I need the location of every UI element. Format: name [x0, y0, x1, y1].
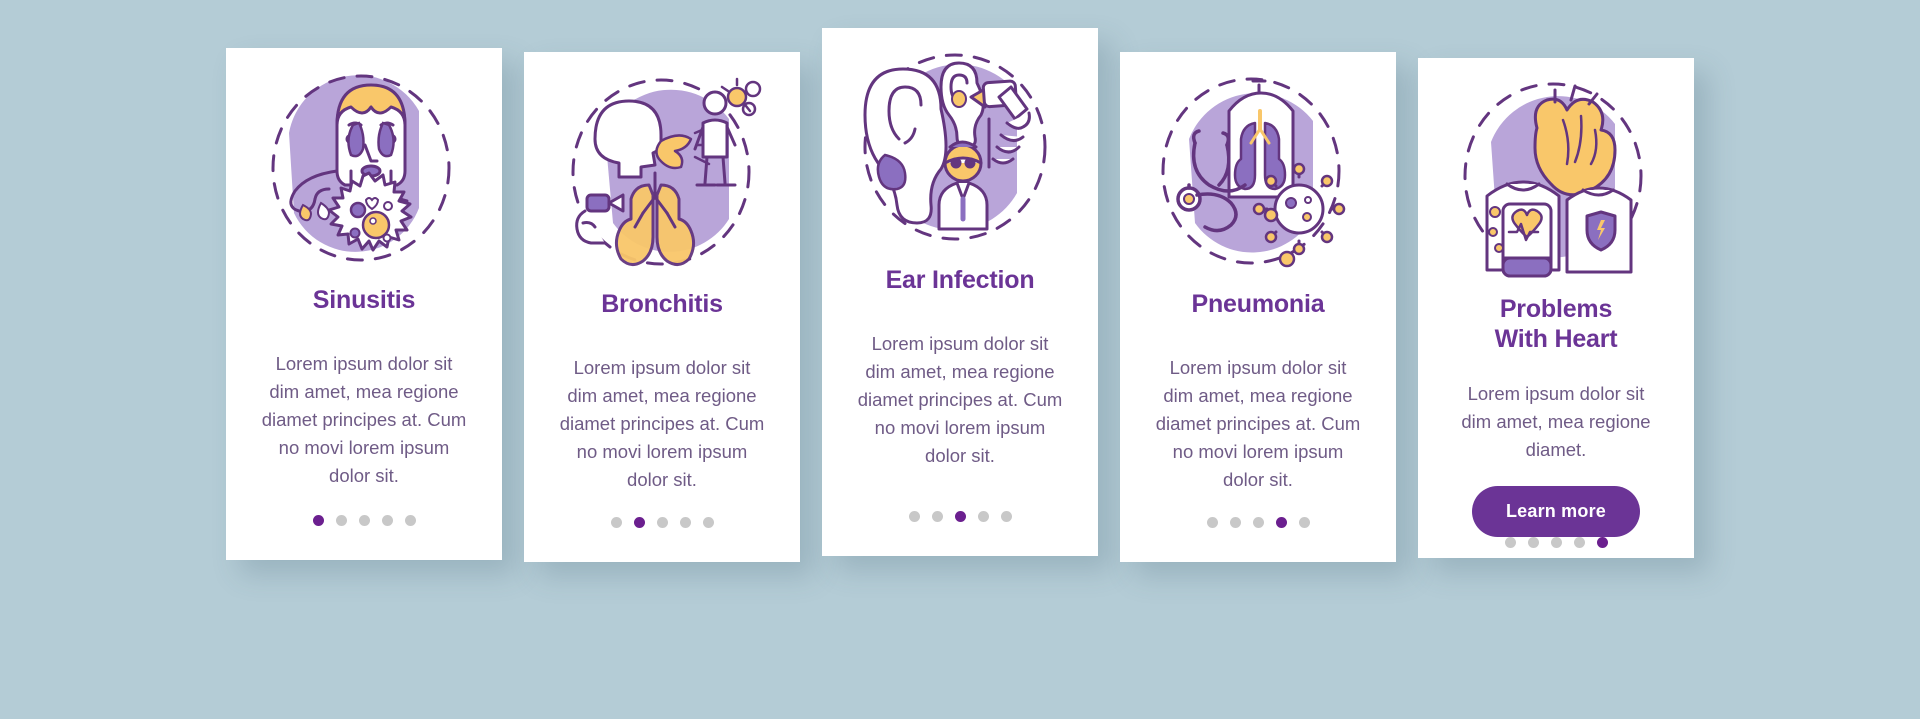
- pagination-dot[interactable]: [1275, 517, 1287, 528]
- pagination-dot[interactable]: [1000, 511, 1012, 522]
- pagination-dot[interactable]: [656, 517, 668, 528]
- pneumonia-illustration: [1120, 52, 1396, 282]
- onboarding-card-bronchitis[interactable]: Bronchitis Lorem ipsum dolor sit dim ame…: [524, 52, 800, 562]
- pagination-dot[interactable]: [381, 515, 393, 526]
- pagination-dot[interactable]: [679, 517, 691, 528]
- pagination-dot[interactable]: [1596, 537, 1608, 549]
- card-body-text: Lorem ipsum dolor sit dim amet, mea regi…: [1155, 356, 1361, 490]
- pagination-dot[interactable]: [1527, 537, 1539, 549]
- card-title: Pneumonia: [1191, 290, 1325, 318]
- learn-more-button[interactable]: Learn more: [1471, 486, 1641, 538]
- onboarding-screens-board: Sinusitis Lorem ipsum dolor sit dim amet…: [0, 0, 1920, 719]
- pagination-dot[interactable]: [1298, 517, 1310, 528]
- pagination-dots[interactable]: [1504, 537, 1608, 549]
- pagination-dot[interactable]: [1573, 537, 1585, 549]
- pagination-dot[interactable]: [610, 517, 622, 528]
- pagination-dot[interactable]: [1550, 537, 1562, 549]
- pagination-dot[interactable]: [702, 517, 714, 528]
- card-body-text: Lorem ipsum dolor sit dim amet, mea regi…: [1461, 383, 1651, 461]
- card-title: Problems With Heart: [1494, 295, 1618, 353]
- card-title: Sinusitis: [312, 286, 416, 314]
- pagination-dot[interactable]: [404, 515, 416, 526]
- pagination-dots[interactable]: [610, 517, 714, 528]
- pagination-dot[interactable]: [633, 517, 645, 528]
- card-body-text: Lorem ipsum dolor sit dim amet, mea regi…: [261, 352, 467, 486]
- onboarding-card-sinusitis[interactable]: Sinusitis Lorem ipsum dolor sit dim amet…: [226, 48, 502, 560]
- onboarding-card-problems-with-heart[interactable]: Problems With Heart Lorem ipsum dolor si…: [1418, 58, 1694, 558]
- ear-infection-illustration: [822, 28, 1098, 258]
- pagination-dot[interactable]: [335, 515, 347, 526]
- pagination-dots[interactable]: [312, 515, 416, 526]
- onboarding-card-pneumonia[interactable]: Pneumonia Lorem ipsum dolor sit dim amet…: [1120, 52, 1396, 562]
- pagination-dot[interactable]: [1504, 537, 1516, 549]
- sinusitis-illustration: [226, 48, 502, 278]
- pagination-dot[interactable]: [977, 511, 989, 522]
- pagination-dot[interactable]: [1229, 517, 1241, 528]
- onboarding-card-ear-infection[interactable]: Ear Infection Lorem ipsum dolor sit dim …: [822, 28, 1098, 556]
- pagination-dot[interactable]: [954, 511, 966, 522]
- card-body-text: Lorem ipsum dolor sit dim amet, mea regi…: [857, 332, 1063, 466]
- pagination-dots[interactable]: [908, 511, 1012, 522]
- card-title: Ear Infection: [885, 266, 1035, 294]
- bronchitis-illustration: [524, 52, 800, 282]
- pagination-dot[interactable]: [1252, 517, 1264, 528]
- card-title: Bronchitis: [601, 290, 723, 318]
- pagination-dot[interactable]: [908, 511, 920, 522]
- pagination-dot[interactable]: [358, 515, 370, 526]
- card-body-text: Lorem ipsum dolor sit dim amet, mea regi…: [559, 356, 765, 490]
- heart-problems-illustration: [1418, 58, 1694, 287]
- pagination-dot[interactable]: [931, 511, 943, 522]
- pagination-dot[interactable]: [1206, 517, 1218, 528]
- pagination-dots[interactable]: [1206, 517, 1310, 528]
- pagination-dot[interactable]: [312, 515, 324, 526]
